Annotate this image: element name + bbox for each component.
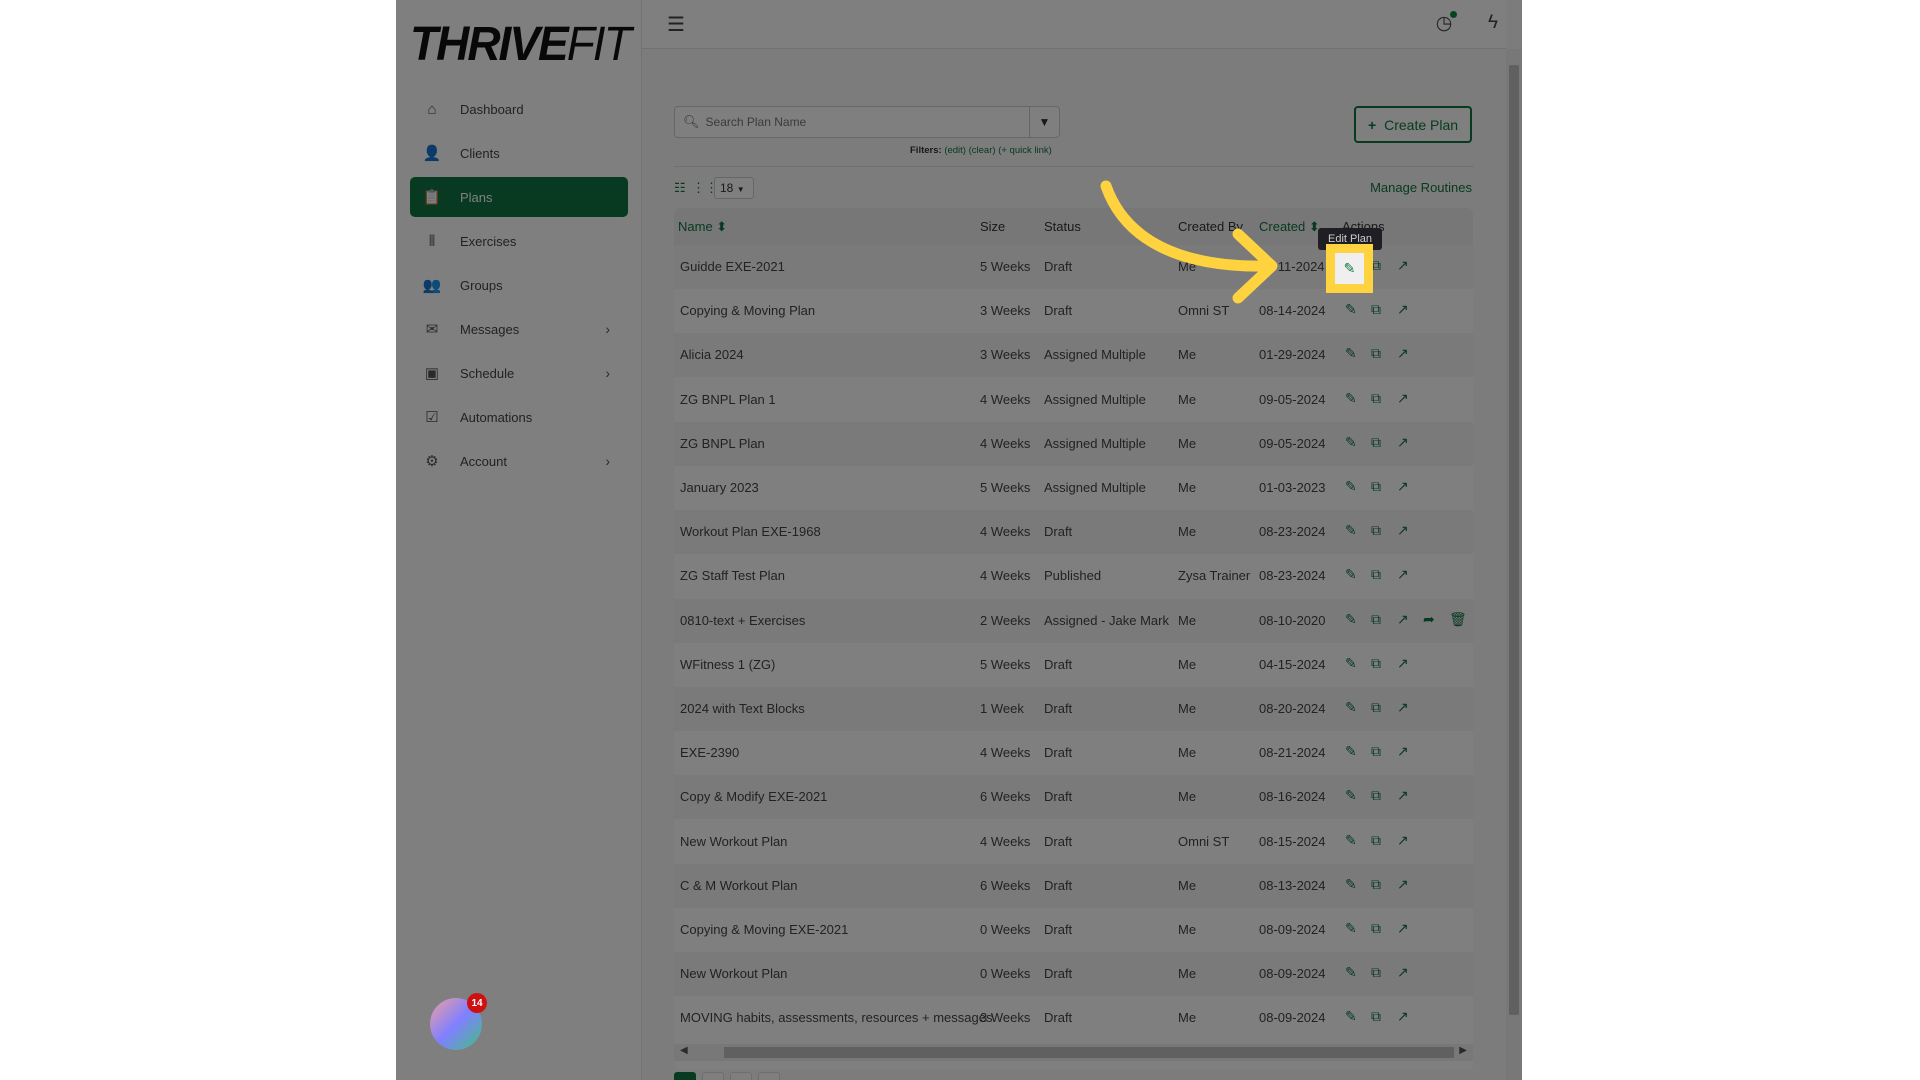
guide-arrow: [1100, 180, 1278, 304]
pencil-icon: ✎: [1343, 260, 1356, 276]
highlighted-edit-plan-button[interactable]: ✎: [1326, 244, 1373, 293]
